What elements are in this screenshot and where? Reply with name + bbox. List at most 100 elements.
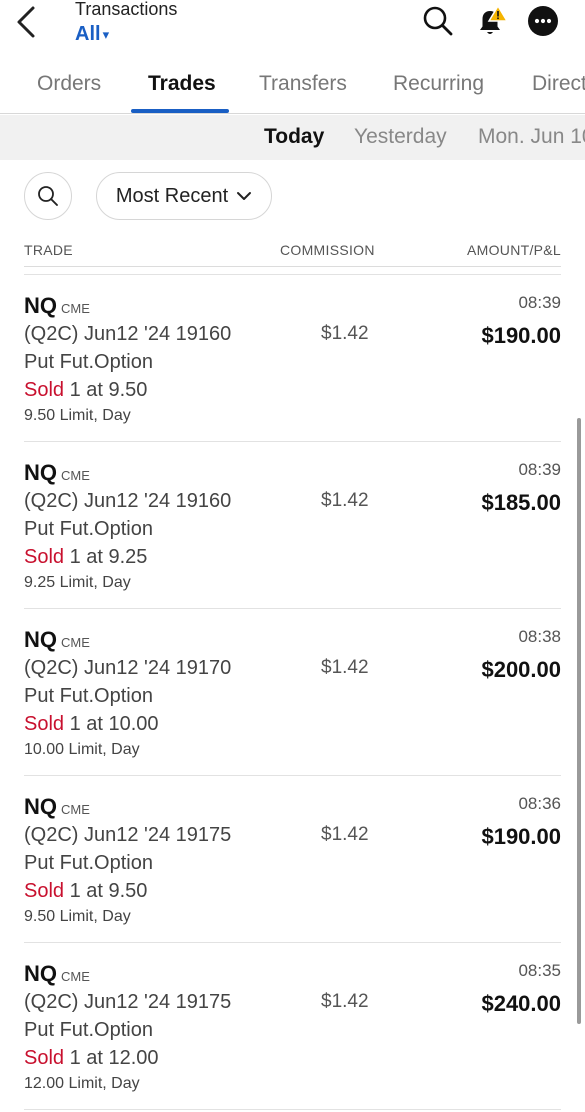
- symbol-text: NQ: [24, 794, 57, 819]
- fill-info: Sold 1 at 9.50: [24, 379, 147, 402]
- list-end-divider: [24, 1109, 561, 1110]
- chevron-down-icon: [237, 192, 252, 200]
- date-selector: Today Yesterday Mon. Jun 10: [0, 115, 585, 160]
- trade-time: 08:38: [518, 627, 561, 646]
- order-type: 9.50 Limit, Day: [24, 407, 131, 424]
- date-today[interactable]: Today: [264, 125, 324, 149]
- commission-value: $1.42: [321, 323, 369, 344]
- chevron-left-icon: [17, 6, 35, 38]
- trade-time: 08:36: [518, 794, 561, 813]
- column-header-commission: COMMISSION: [280, 242, 375, 258]
- more-dots-icon: [528, 6, 558, 36]
- trade-symbol: NQ CME: [24, 293, 90, 319]
- fill-detail: 1 at 9.50: [64, 379, 148, 401]
- trade-symbol: NQ CME: [24, 460, 90, 486]
- fill-detail: 1 at 12.00: [64, 1047, 159, 1069]
- page-title: Transactions: [75, 0, 178, 19]
- filter-search-button[interactable]: [24, 172, 72, 220]
- caret-down-icon: ▾: [102, 27, 110, 42]
- trade-time: 08:35: [518, 961, 561, 980]
- top-bar: Transactions All ▾: [0, 0, 585, 60]
- order-type: 12.00 Limit, Day: [24, 1075, 140, 1092]
- contract-type: Put Fut.Option: [24, 685, 153, 707]
- tab-trades[interactable]: Trades: [148, 72, 216, 96]
- fill-info: Sold 1 at 10.00: [24, 713, 159, 736]
- scrollbar[interactable]: [577, 418, 581, 1024]
- notifications-button[interactable]: [474, 4, 508, 38]
- side-label: Sold: [24, 880, 65, 902]
- transaction-tabs: Orders Trades Transfers Recurring Direct: [0, 60, 585, 114]
- trade-row[interactable]: NQ CME (Q2C) Jun12 '24 19175 Put Fut.Opti…: [24, 775, 561, 942]
- exchange-text: CME: [61, 969, 90, 984]
- trade-row[interactable]: NQ CME (Q2C) Jun12 '24 19175 Put Fut.Opti…: [24, 942, 561, 1109]
- trade-row[interactable]: NQ CME (Q2C) Jun12 '24 19160 Put Fut.Opti…: [24, 441, 561, 608]
- side-label: Sold: [24, 713, 65, 735]
- exchange-text: CME: [61, 301, 90, 316]
- symbol-text: NQ: [24, 293, 57, 318]
- tab-recurring[interactable]: Recurring: [393, 72, 484, 96]
- trade-list: NQ CME (Q2C) Jun12 '24 19160 Put Fut.Opti…: [0, 274, 585, 1109]
- trade-amount: $190.00: [481, 824, 561, 849]
- symbol-text: NQ: [24, 627, 57, 652]
- fill-info: Sold 1 at 9.25: [24, 546, 147, 569]
- trade-amount: $190.00: [481, 323, 561, 348]
- account-filter-dropdown[interactable]: All ▾: [75, 20, 177, 48]
- active-tab-indicator: [131, 109, 229, 113]
- commission-value: $1.42: [321, 824, 369, 845]
- commission-value: $1.42: [321, 490, 369, 511]
- date-yesterday[interactable]: Yesterday: [354, 125, 447, 149]
- sort-dropdown[interactable]: Most Recent: [96, 172, 272, 220]
- contract-description: (Q2C) Jun12 '24 19175: [24, 991, 232, 1013]
- sort-label: Most Recent: [115, 184, 229, 207]
- trade-amount: $185.00: [481, 490, 561, 515]
- contract-type: Put Fut.Option: [24, 518, 153, 540]
- tab-transfers[interactable]: Transfers: [259, 72, 347, 96]
- symbol-text: NQ: [24, 460, 57, 485]
- column-header-amount: AMOUNT/P&L: [467, 242, 562, 258]
- order-type: 9.25 Limit, Day: [24, 574, 131, 591]
- column-header-trade: TRADE: [24, 242, 73, 258]
- order-type: 10.00 Limit, Day: [24, 741, 140, 758]
- contract-type: Put Fut.Option: [24, 852, 153, 874]
- tab-direct[interactable]: Direct: [532, 72, 585, 96]
- commission-value: $1.42: [321, 657, 369, 678]
- contract-description: (Q2C) Jun12 '24 19175: [24, 824, 232, 846]
- trade-time: 08:39: [518, 460, 561, 479]
- date-mon-jun-10[interactable]: Mon. Jun 10: [478, 125, 585, 149]
- trade-symbol: NQ CME: [24, 794, 90, 820]
- more-options-button[interactable]: [526, 4, 560, 38]
- symbol-text: NQ: [24, 961, 57, 986]
- contract-description: (Q2C) Jun12 '24 19160: [24, 323, 232, 345]
- trade-amount: $200.00: [481, 657, 561, 682]
- header-divider: [24, 266, 561, 267]
- exchange-text: CME: [61, 802, 90, 817]
- trade-symbol: NQ CME: [24, 961, 90, 987]
- side-label: Sold: [24, 1047, 65, 1069]
- trade-row[interactable]: NQ CME (Q2C) Jun12 '24 19170 Put Fut.Opti…: [24, 608, 561, 775]
- trade-time: 08:39: [518, 293, 561, 312]
- side-label: Sold: [24, 379, 65, 401]
- fill-detail: 1 at 9.25: [64, 546, 148, 568]
- contract-type: Put Fut.Option: [24, 1019, 153, 1041]
- back-button[interactable]: [8, 4, 44, 40]
- search-icon: [423, 6, 453, 36]
- order-type: 9.50 Limit, Day: [24, 908, 131, 925]
- trade-row[interactable]: NQ CME (Q2C) Jun12 '24 19160 Put Fut.Opti…: [24, 274, 561, 441]
- fill-detail: 1 at 9.50: [64, 880, 148, 902]
- fill-info: Sold 1 at 9.50: [24, 880, 147, 903]
- account-filter-label: All: [75, 23, 101, 45]
- side-label: Sold: [24, 546, 65, 568]
- bell-warning-icon: [480, 4, 508, 34]
- trade-symbol: NQ CME: [24, 627, 90, 653]
- contract-type: Put Fut.Option: [24, 351, 153, 373]
- contract-description: (Q2C) Jun12 '24 19170: [24, 657, 232, 679]
- fill-info: Sold 1 at 12.00: [24, 1047, 159, 1070]
- tab-orders[interactable]: Orders: [37, 72, 101, 96]
- trade-amount: $240.00: [481, 991, 561, 1016]
- fill-detail: 1 at 10.00: [64, 713, 159, 735]
- search-button[interactable]: [421, 4, 455, 38]
- contract-description: (Q2C) Jun12 '24 19160: [24, 490, 232, 512]
- commission-value: $1.42: [321, 991, 369, 1012]
- exchange-text: CME: [61, 635, 90, 650]
- title-block: Transactions All ▾: [75, 0, 177, 48]
